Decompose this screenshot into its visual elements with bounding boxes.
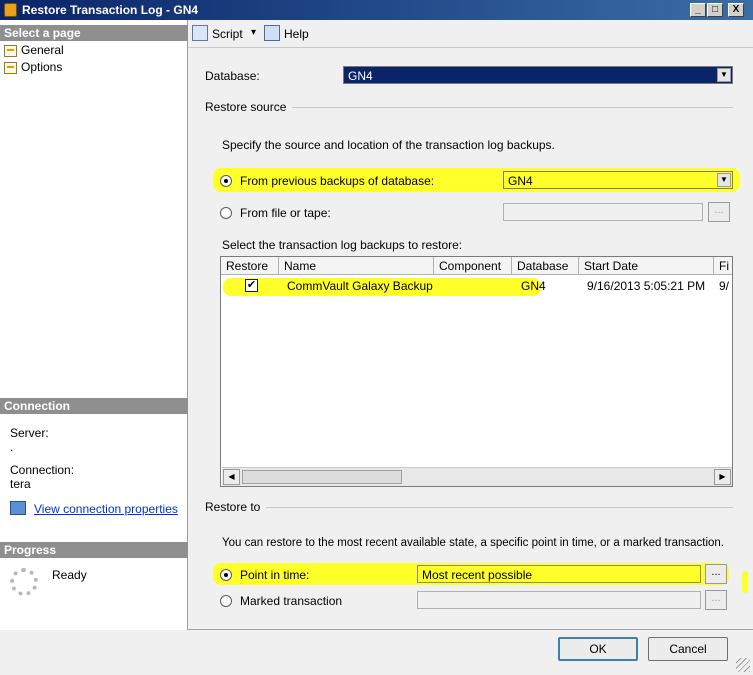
progress-spinner-icon (10, 568, 38, 596)
chevron-down-icon: ▼ (717, 173, 731, 187)
connection-label: Connection: (10, 463, 75, 477)
page-item-options[interactable]: Options (4, 59, 62, 75)
table-row[interactable]: ✔ CommVault Galaxy Backup GN4 9/16/2013 … (221, 276, 732, 296)
footer-divider (188, 629, 753, 630)
restore-to-description: You can restore to the most recent avail… (222, 537, 725, 549)
connection-properties-icon (10, 501, 26, 515)
row-name: CommVault Galaxy Backup (287, 279, 433, 293)
minimize-button[interactable]: _ (690, 3, 706, 17)
database-select[interactable]: GN4 ▼ (343, 66, 733, 84)
script-button[interactable]: Script (212, 27, 243, 41)
database-label: Database: (205, 69, 260, 83)
title-bar: Restore Transaction Log - GN4 _ □ X (0, 0, 753, 20)
scroll-thumb[interactable] (242, 470, 402, 484)
marked-transaction-label: Marked transaction (240, 594, 343, 608)
column-header-name[interactable]: Name (279, 257, 434, 275)
page-item-label: General (21, 43, 64, 57)
chevron-down-icon: ▼ (717, 68, 731, 82)
from-previous-label: From previous backups of database: (240, 174, 435, 188)
marked-transaction-radio[interactable] (220, 595, 232, 607)
section-divider (266, 507, 733, 508)
app-icon (4, 3, 17, 17)
restore-source-label: Restore source (205, 100, 287, 114)
select-page-header: Select a page (0, 25, 188, 41)
column-header-restore[interactable]: Restore (221, 257, 279, 275)
script-dropdown-icon[interactable]: ▾ (251, 27, 256, 38)
toolbar: Script ▾ Help (188, 20, 753, 48)
marked-transaction-browse-button[interactable]: ... (705, 590, 727, 610)
from-previous-radio[interactable] (220, 175, 232, 187)
from-file-browse-button[interactable]: ... (708, 202, 730, 222)
grid-horizontal-scrollbar[interactable]: ◀ ▶ (222, 467, 732, 486)
row-database: GN4 (521, 279, 546, 293)
connection-header: Connection (0, 398, 188, 414)
from-previous-value: GN4 (508, 174, 533, 188)
backup-grid[interactable]: Restore Name Component Database Start Da… (220, 256, 733, 487)
help-button[interactable]: Help (284, 27, 309, 41)
page-item-general[interactable]: General (4, 42, 64, 58)
server-value: . (10, 440, 14, 454)
restore-to-label: Restore to (205, 500, 261, 514)
point-in-time-radio[interactable] (220, 569, 232, 581)
source-description: Specify the source and location of the t… (222, 138, 555, 152)
column-header-component[interactable]: Component (434, 257, 512, 275)
database-value: GN4 (348, 69, 373, 83)
page-icon (4, 44, 17, 57)
point-in-time-browse-button[interactable]: ... (705, 564, 727, 584)
section-divider (292, 107, 733, 108)
from-previous-select[interactable]: GN4 ▼ (503, 171, 733, 189)
script-icon (192, 25, 208, 41)
progress-header: Progress (0, 542, 188, 558)
restore-checkbox[interactable]: ✔ (245, 279, 258, 292)
help-icon (264, 25, 280, 41)
point-in-time-value: Most recent possible (422, 568, 533, 582)
connection-value: tera (10, 477, 31, 491)
view-connection-properties-link[interactable]: View connection properties (34, 502, 178, 516)
column-header-start-date[interactable]: Start Date (579, 257, 714, 275)
scroll-right-icon[interactable]: ▶ (714, 469, 731, 485)
column-header-finish[interactable]: Fi (714, 257, 732, 275)
cancel-button[interactable]: Cancel (648, 637, 728, 661)
resize-grip-icon[interactable] (736, 658, 750, 672)
progress-status: Ready (52, 568, 87, 582)
from-file-radio[interactable] (220, 207, 232, 219)
server-label: Server: (10, 426, 49, 440)
row-component (439, 277, 509, 295)
column-header-database[interactable]: Database (512, 257, 579, 275)
maximize-button[interactable]: □ (707, 3, 723, 17)
from-file-label: From file or tape: (240, 206, 331, 220)
window-title: Restore Transaction Log - GN4 (22, 3, 199, 17)
ok-button[interactable]: OK (558, 637, 638, 661)
scroll-left-icon[interactable]: ◀ (223, 469, 240, 485)
from-file-input[interactable] (503, 203, 703, 221)
page-item-label: Options (21, 60, 63, 74)
marked-transaction-input[interactable] (417, 591, 701, 609)
page-icon (4, 61, 17, 74)
select-backups-label: Select the transaction log backups to re… (222, 238, 463, 252)
point-in-time-label: Point in time: (240, 568, 310, 582)
left-pane: Select a page General Options Connection… (0, 20, 188, 630)
row-finish: 9/ (719, 279, 730, 293)
point-in-time-input[interactable]: Most recent possible (417, 565, 701, 583)
highlight-mark (742, 571, 748, 593)
row-start-date: 9/16/2013 5:05:21 PM (587, 279, 706, 293)
close-button[interactable]: X (728, 3, 744, 17)
